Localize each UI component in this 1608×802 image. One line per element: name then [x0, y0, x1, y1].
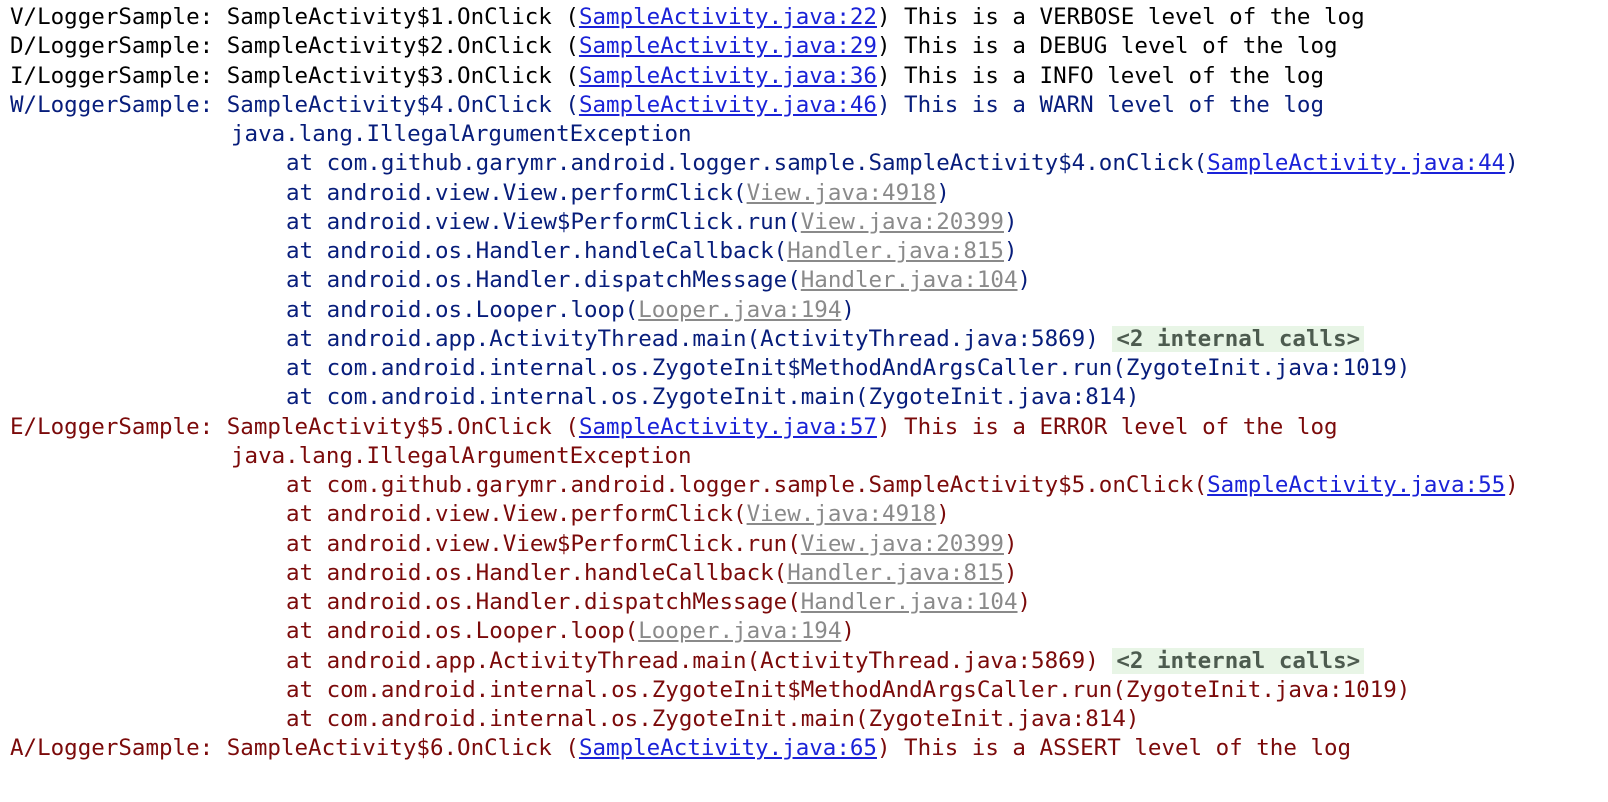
stack-frame: at android.view.View.performClick(View.j…: [10, 500, 1608, 529]
log-method: SampleActivity$6.OnClick (: [226, 735, 579, 762]
frame-suffix: ): [1505, 150, 1519, 177]
log-tag: V/LoggerSample:: [10, 4, 227, 30]
source-link[interactable]: SampleActivity.java:36: [579, 63, 877, 89]
source-link[interactable]: SampleActivity.java:46: [579, 92, 877, 118]
log-tag: E/LoggerSample:: [10, 413, 227, 440]
stack-frame: at android.view.View.performClick(View.j…: [10, 179, 1608, 208]
log-message: ) This is a WARN level of the log: [876, 91, 1324, 118]
log-entry: A/LoggerSample: SampleActivity$6.OnClick…: [10, 734, 1608, 763]
stack-frame: at android.os.Handler.dispatchMessage(Ha…: [10, 588, 1608, 617]
frame-suffix: ): [841, 618, 855, 645]
stack-frame: at android.view.View$PerformClick.run(Vi…: [10, 530, 1608, 559]
library-link[interactable]: Looper.java:194: [638, 297, 841, 323]
frame-suffix: ): [841, 296, 855, 323]
log-method: SampleActivity$4.OnClick (: [226, 91, 579, 118]
source-link[interactable]: SampleActivity.java:57: [579, 414, 877, 440]
log-entry: D/LoggerSample: SampleActivity$2.OnClick…: [10, 32, 1608, 61]
stack-frame: at android.app.ActivityThread.main(Activ…: [10, 325, 1608, 354]
library-link[interactable]: Handler.java:815: [787, 560, 1004, 586]
frame-text: at android.os.Handler.handleCallback(: [286, 559, 788, 586]
source-link[interactable]: SampleActivity.java:65: [579, 735, 877, 761]
frame-suffix: ): [1003, 208, 1018, 235]
log-tag: D/LoggerSample:: [10, 33, 227, 60]
log-entry: V/LoggerSample: SampleActivity$1.OnClick…: [10, 3, 1608, 32]
frame-text: at android.view.View$PerformClick.run(: [286, 208, 801, 235]
log-tag: W/LoggerSample:: [10, 91, 227, 118]
library-link[interactable]: View.java:20399: [801, 209, 1004, 235]
log-entry: I/LoggerSample: SampleActivity$3.OnClick…: [10, 62, 1608, 91]
frame-text: at android.view.View.performClick(: [286, 501, 747, 528]
log-tag: I/LoggerSample:: [10, 62, 227, 89]
frame-text: at com.android.internal.os.ZygoteInit.ma…: [286, 384, 1140, 411]
frame-suffix: ): [936, 501, 950, 528]
frame-text: at android.os.Handler.dispatchMessage(: [286, 589, 801, 615]
exception-name: java.lang.IllegalArgumentException: [231, 121, 692, 147]
stack-frame: at android.os.Handler.dispatchMessage(Ha…: [10, 266, 1608, 295]
frame-suffix: ): [1003, 238, 1018, 264]
library-link[interactable]: Looper.java:194: [638, 618, 841, 644]
library-link[interactable]: View.java:4918: [747, 501, 937, 527]
frame-text: at com.github.garymr.android.logger.samp…: [286, 150, 1208, 177]
log-entry: E/LoggerSample: SampleActivity$5.OnClick…: [10, 413, 1608, 442]
stack-frame: at com.android.internal.os.ZygoteInit$Me…: [10, 676, 1608, 705]
frame-text: at com.android.internal.os.ZygoteInit$Me…: [286, 676, 1411, 703]
stack-frame: at com.android.internal.os.ZygoteInit$Me…: [10, 354, 1608, 383]
internal-calls-fold[interactable]: <2 internal calls>: [1112, 647, 1365, 674]
library-link[interactable]: View.java:20399: [801, 531, 1004, 557]
library-link[interactable]: View.java:4918: [747, 180, 937, 206]
stack-frame: at com.android.internal.os.ZygoteInit.ma…: [10, 383, 1608, 412]
stack-frame: at android.os.Looper.loop(Looper.java:19…: [10, 296, 1608, 325]
frame-text: at android.view.View.performClick(: [286, 179, 747, 206]
library-link[interactable]: Handler.java:815: [787, 238, 1004, 264]
log-entry: W/LoggerSample: SampleActivity$4.OnClick…: [10, 91, 1608, 120]
stack-frame: at android.view.View$PerformClick.run(Vi…: [10, 208, 1608, 237]
frame-suffix: ): [1017, 589, 1032, 615]
frame-text: at com.android.internal.os.ZygoteInit.ma…: [286, 706, 1140, 732]
frame-text: at android.os.Looper.loop(: [286, 296, 639, 323]
exception-name: java.lang.IllegalArgumentException: [231, 442, 692, 469]
frame-suffix: ): [936, 179, 950, 206]
frame-suffix: ): [1505, 472, 1519, 498]
log-message: ) This is a ASSERT level of the log: [876, 735, 1352, 762]
exception-line: java.lang.IllegalArgumentException: [10, 442, 1608, 471]
log-method: SampleActivity$5.OnClick (: [226, 413, 579, 440]
stack-frame: at com.github.garymr.android.logger.samp…: [10, 149, 1608, 178]
frame-text: at android.os.Looper.loop(: [286, 618, 639, 645]
internal-calls-fold[interactable]: <2 internal calls>: [1112, 325, 1365, 352]
source-link[interactable]: SampleActivity.java:55: [1207, 472, 1505, 498]
frame-text: at android.app.ActivityThread.main(Activ…: [286, 647, 1099, 674]
stack-frame: at android.os.Handler.handleCallback(Han…: [10, 559, 1608, 588]
stack-frame: at com.github.garymr.android.logger.samp…: [10, 471, 1608, 500]
stack-frame: at com.android.internal.os.ZygoteInit.ma…: [10, 705, 1608, 734]
log-tag: A/LoggerSample:: [10, 735, 227, 762]
frame-suffix: ): [1003, 530, 1018, 557]
frame-text: at android.os.Handler.dispatchMessage(: [286, 267, 801, 294]
frame-text: at com.github.garymr.android.logger.samp…: [286, 472, 1208, 498]
frame-text: at com.android.internal.os.ZygoteInit$Me…: [286, 355, 1411, 381]
library-link[interactable]: Handler.java:104: [801, 267, 1018, 293]
log-method: SampleActivity$2.OnClick (: [226, 33, 579, 60]
stack-frame: at android.os.Looper.loop(Looper.java:19…: [10, 617, 1608, 646]
source-link[interactable]: SampleActivity.java:29: [579, 33, 877, 59]
frame-text: at android.os.Handler.handleCallback(: [286, 238, 788, 264]
log-message: ) This is a INFO level of the log: [876, 62, 1324, 89]
frame-text: at android.app.ActivityThread.main(Activ…: [286, 325, 1099, 352]
frame-text: at android.view.View$PerformClick.run(: [286, 530, 801, 557]
frame-suffix: ): [1017, 267, 1032, 294]
log-method: SampleActivity$3.OnClick (: [226, 62, 579, 89]
logcat-output: V/LoggerSample: SampleActivity$1.OnClick…: [0, 0, 1608, 764]
source-link[interactable]: SampleActivity.java:44: [1207, 150, 1505, 176]
log-message: ) This is a VERBOSE level of the log: [876, 4, 1365, 30]
log-method: SampleActivity$1.OnClick (: [226, 4, 579, 30]
log-message: ) This is a DEBUG level of the log: [876, 33, 1338, 60]
frame-suffix: ): [1003, 559, 1018, 586]
source-link[interactable]: SampleActivity.java:22: [579, 4, 877, 30]
exception-line: java.lang.IllegalArgumentException: [10, 120, 1608, 149]
stack-frame: at android.app.ActivityThread.main(Activ…: [10, 647, 1608, 676]
stack-frame: at android.os.Handler.handleCallback(Han…: [10, 237, 1608, 266]
log-message: ) This is a ERROR level of the log: [876, 413, 1338, 440]
library-link[interactable]: Handler.java:104: [801, 589, 1018, 615]
